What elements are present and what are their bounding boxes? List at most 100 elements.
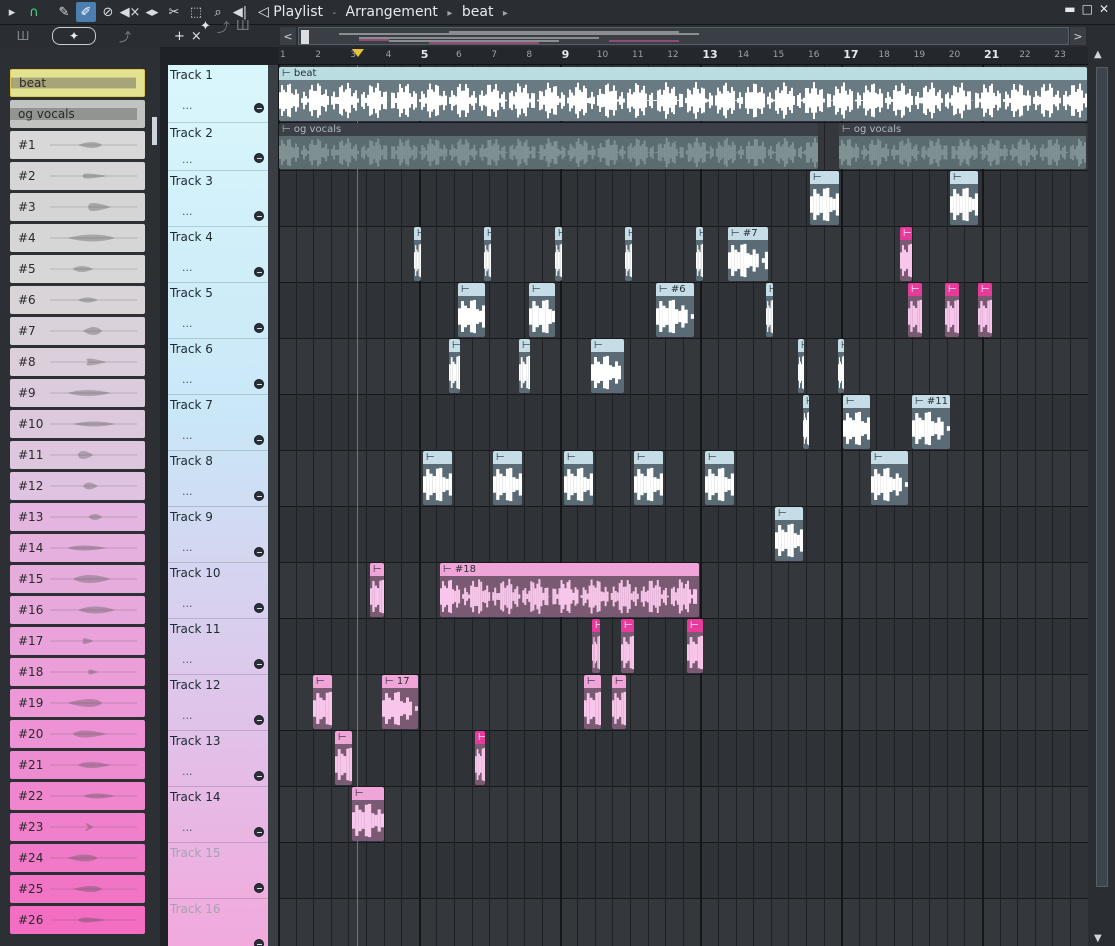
track-header[interactable]: Track 3... <box>168 171 268 227</box>
clip-menu-icon[interactable]: ⊢ <box>801 340 804 351</box>
track-options[interactable]: ... <box>182 153 193 166</box>
browser-clip-item[interactable]: #16 <box>10 596 145 624</box>
browser-clip-item[interactable]: #25 <box>10 875 145 903</box>
clip-header[interactable]: ⊢ <box>621 619 634 632</box>
track-header[interactable]: Track 7... <box>168 395 268 451</box>
clip-header[interactable]: ⊢ 17 <box>382 675 418 688</box>
browser-clip-item[interactable]: #6 <box>10 286 145 314</box>
audio-clip[interactable]: ⊢ <box>798 339 804 393</box>
track-options[interactable]: ... <box>182 541 193 554</box>
track-options[interactable]: ... <box>182 821 193 834</box>
track-header[interactable]: Track 1... <box>168 65 268 123</box>
clip-header[interactable]: ⊢ <box>352 787 384 800</box>
track-mute-icon[interactable] <box>254 547 264 557</box>
clip-menu-icon[interactable]: ⊢ <box>316 676 325 687</box>
tab-audio-icon[interactable]: ✦ <box>52 27 96 45</box>
track-options[interactable]: ... <box>182 373 193 386</box>
track-options[interactable]: ... <box>182 317 193 330</box>
clip-menu-icon[interactable]: ⊢ <box>558 228 562 239</box>
track-mute-icon[interactable] <box>254 379 264 389</box>
track-mute-icon[interactable] <box>254 603 264 613</box>
clip-menu-icon[interactable]: ⊢ <box>911 284 920 295</box>
clip-header[interactable]: ⊢ <box>449 339 460 352</box>
track-options[interactable]: ... <box>182 429 193 442</box>
clip-menu-icon[interactable]: ⊢ <box>452 340 460 351</box>
browser-clip-item[interactable]: #21 <box>10 751 145 779</box>
clip-menu-icon[interactable]: ⊢ <box>417 228 421 239</box>
clip-header[interactable]: ⊢ <box>696 227 703 240</box>
clip-menu-icon[interactable]: ⊢ <box>282 68 294 79</box>
clip-menu-icon[interactable]: ⊢ <box>806 396 809 407</box>
browser-clip-item[interactable]: #5 <box>10 255 145 283</box>
clip-header[interactable]: ⊢ <box>810 171 839 184</box>
track-header[interactable]: Track 2... <box>168 123 268 171</box>
browser-clip-item[interactable]: #10 <box>10 410 145 438</box>
brush-icon[interactable]: ✐ <box>76 2 96 22</box>
clip-menu-icon[interactable]: ⊢ <box>595 620 600 631</box>
tab-piano-roll-icon[interactable]: Ш <box>8 27 38 45</box>
timeline-ruler[interactable]: 1 2 3 4 5 6 7 8 9 10 11 12 13 14 15 16 17 18 19 20 21 22 23 <box>278 47 1088 65</box>
clip-menu-icon[interactable]: ⊢ <box>637 452 646 463</box>
scroll-right-icon[interactable]: > <box>1070 27 1086 45</box>
track-header[interactable]: Track 15 <box>168 843 268 899</box>
clip-header[interactable]: ⊢ <box>555 227 562 240</box>
play-icon[interactable]: ▸ <box>2 2 22 22</box>
track-mute-icon[interactable] <box>254 771 264 781</box>
browser-clip-item[interactable]: #8 <box>10 348 145 376</box>
track-mute-icon[interactable] <box>254 267 264 277</box>
window-title[interactable]: ◁ Playlist - Arrangement ▸ beat ▸ <box>258 4 513 20</box>
audio-clip[interactable]: ⊢ <box>529 283 555 337</box>
track-header[interactable]: Track 16 <box>168 899 268 946</box>
clip-menu-icon[interactable]: ⊢ <box>478 732 485 743</box>
track-options[interactable]: ... <box>182 597 193 610</box>
minimize-icon[interactable]: ▬ <box>1064 2 1075 16</box>
browser-clip-item[interactable]: #17 <box>10 627 145 655</box>
track-options[interactable]: ... <box>182 653 193 666</box>
audio-clip[interactable]: ⊢ <box>766 283 773 337</box>
audio-view-icon[interactable]: ✦ <box>200 19 211 34</box>
audio-clip[interactable]: ⊢ <box>803 395 809 449</box>
clip-header[interactable]: ⊢ <box>634 451 663 464</box>
close-icon[interactable]: ✕ <box>1099 2 1109 16</box>
track-mute-icon[interactable] <box>254 153 264 163</box>
audio-clip[interactable]: ⊢ <box>705 451 734 505</box>
clip-header[interactable]: ⊢ <box>313 675 332 688</box>
track-options[interactable]: ... <box>182 205 193 218</box>
audio-clip[interactable]: ⊢ <box>449 339 460 393</box>
clip-menu-icon[interactable]: ⊢ <box>373 564 382 575</box>
clip-header[interactable]: ⊢ <box>803 395 809 408</box>
tab-automation-icon[interactable]: ⤴ <box>110 27 140 45</box>
track-mute-icon[interactable] <box>254 491 264 501</box>
browser-clip-item[interactable]: #18 <box>10 658 145 686</box>
browser-clip-item[interactable]: #26 <box>10 906 145 934</box>
clip-header[interactable]: ⊢ <box>775 507 803 520</box>
browser-clip-item[interactable]: #14 <box>10 534 145 562</box>
audio-clip[interactable]: ⊢ <box>313 675 332 729</box>
audio-clip[interactable]: ⊢ <box>810 171 839 225</box>
clip-header[interactable]: ⊢ <box>493 451 522 464</box>
clip-header[interactable]: ⊢ <box>592 619 600 632</box>
audio-clip[interactable]: ⊢ <box>945 283 959 337</box>
browser-clip-item[interactable]: #4 <box>10 224 145 252</box>
audio-clip[interactable]: ⊢ <box>950 171 978 225</box>
audio-clip[interactable]: ⊢ <box>484 227 491 281</box>
audio-clip[interactable]: ⊢ <box>493 451 522 505</box>
clip-menu-icon[interactable]: ⊢ <box>769 284 773 295</box>
clip-menu-icon[interactable]: ⊢ <box>615 676 624 687</box>
audio-clip[interactable]: ⊢ <box>900 227 912 281</box>
clip-header[interactable]: ⊢ <box>705 451 734 464</box>
track-options[interactable]: ... <box>182 709 193 722</box>
browser-clip-item[interactable]: #12 <box>10 472 145 500</box>
clip-header[interactable]: ⊢ #11 <box>912 395 950 408</box>
track-header[interactable]: Track 9... <box>168 507 268 563</box>
clip-menu-icon[interactable]: ⊢ <box>385 676 397 687</box>
audio-clip[interactable]: ⊢ <box>775 507 803 561</box>
clip-header[interactable]: ⊢ <box>798 339 804 352</box>
browser-clip-item[interactable]: #13 <box>10 503 145 531</box>
browser-clip-item[interactable]: #19 <box>10 689 145 717</box>
clip-menu-icon[interactable]: ⊢ <box>532 284 541 295</box>
track-header[interactable]: Track 10... <box>168 563 268 619</box>
track-mute-icon[interactable] <box>254 103 264 113</box>
clip-menu-icon[interactable]: ⊢ <box>496 452 505 463</box>
clip-header[interactable]: ⊢ <box>591 339 624 352</box>
